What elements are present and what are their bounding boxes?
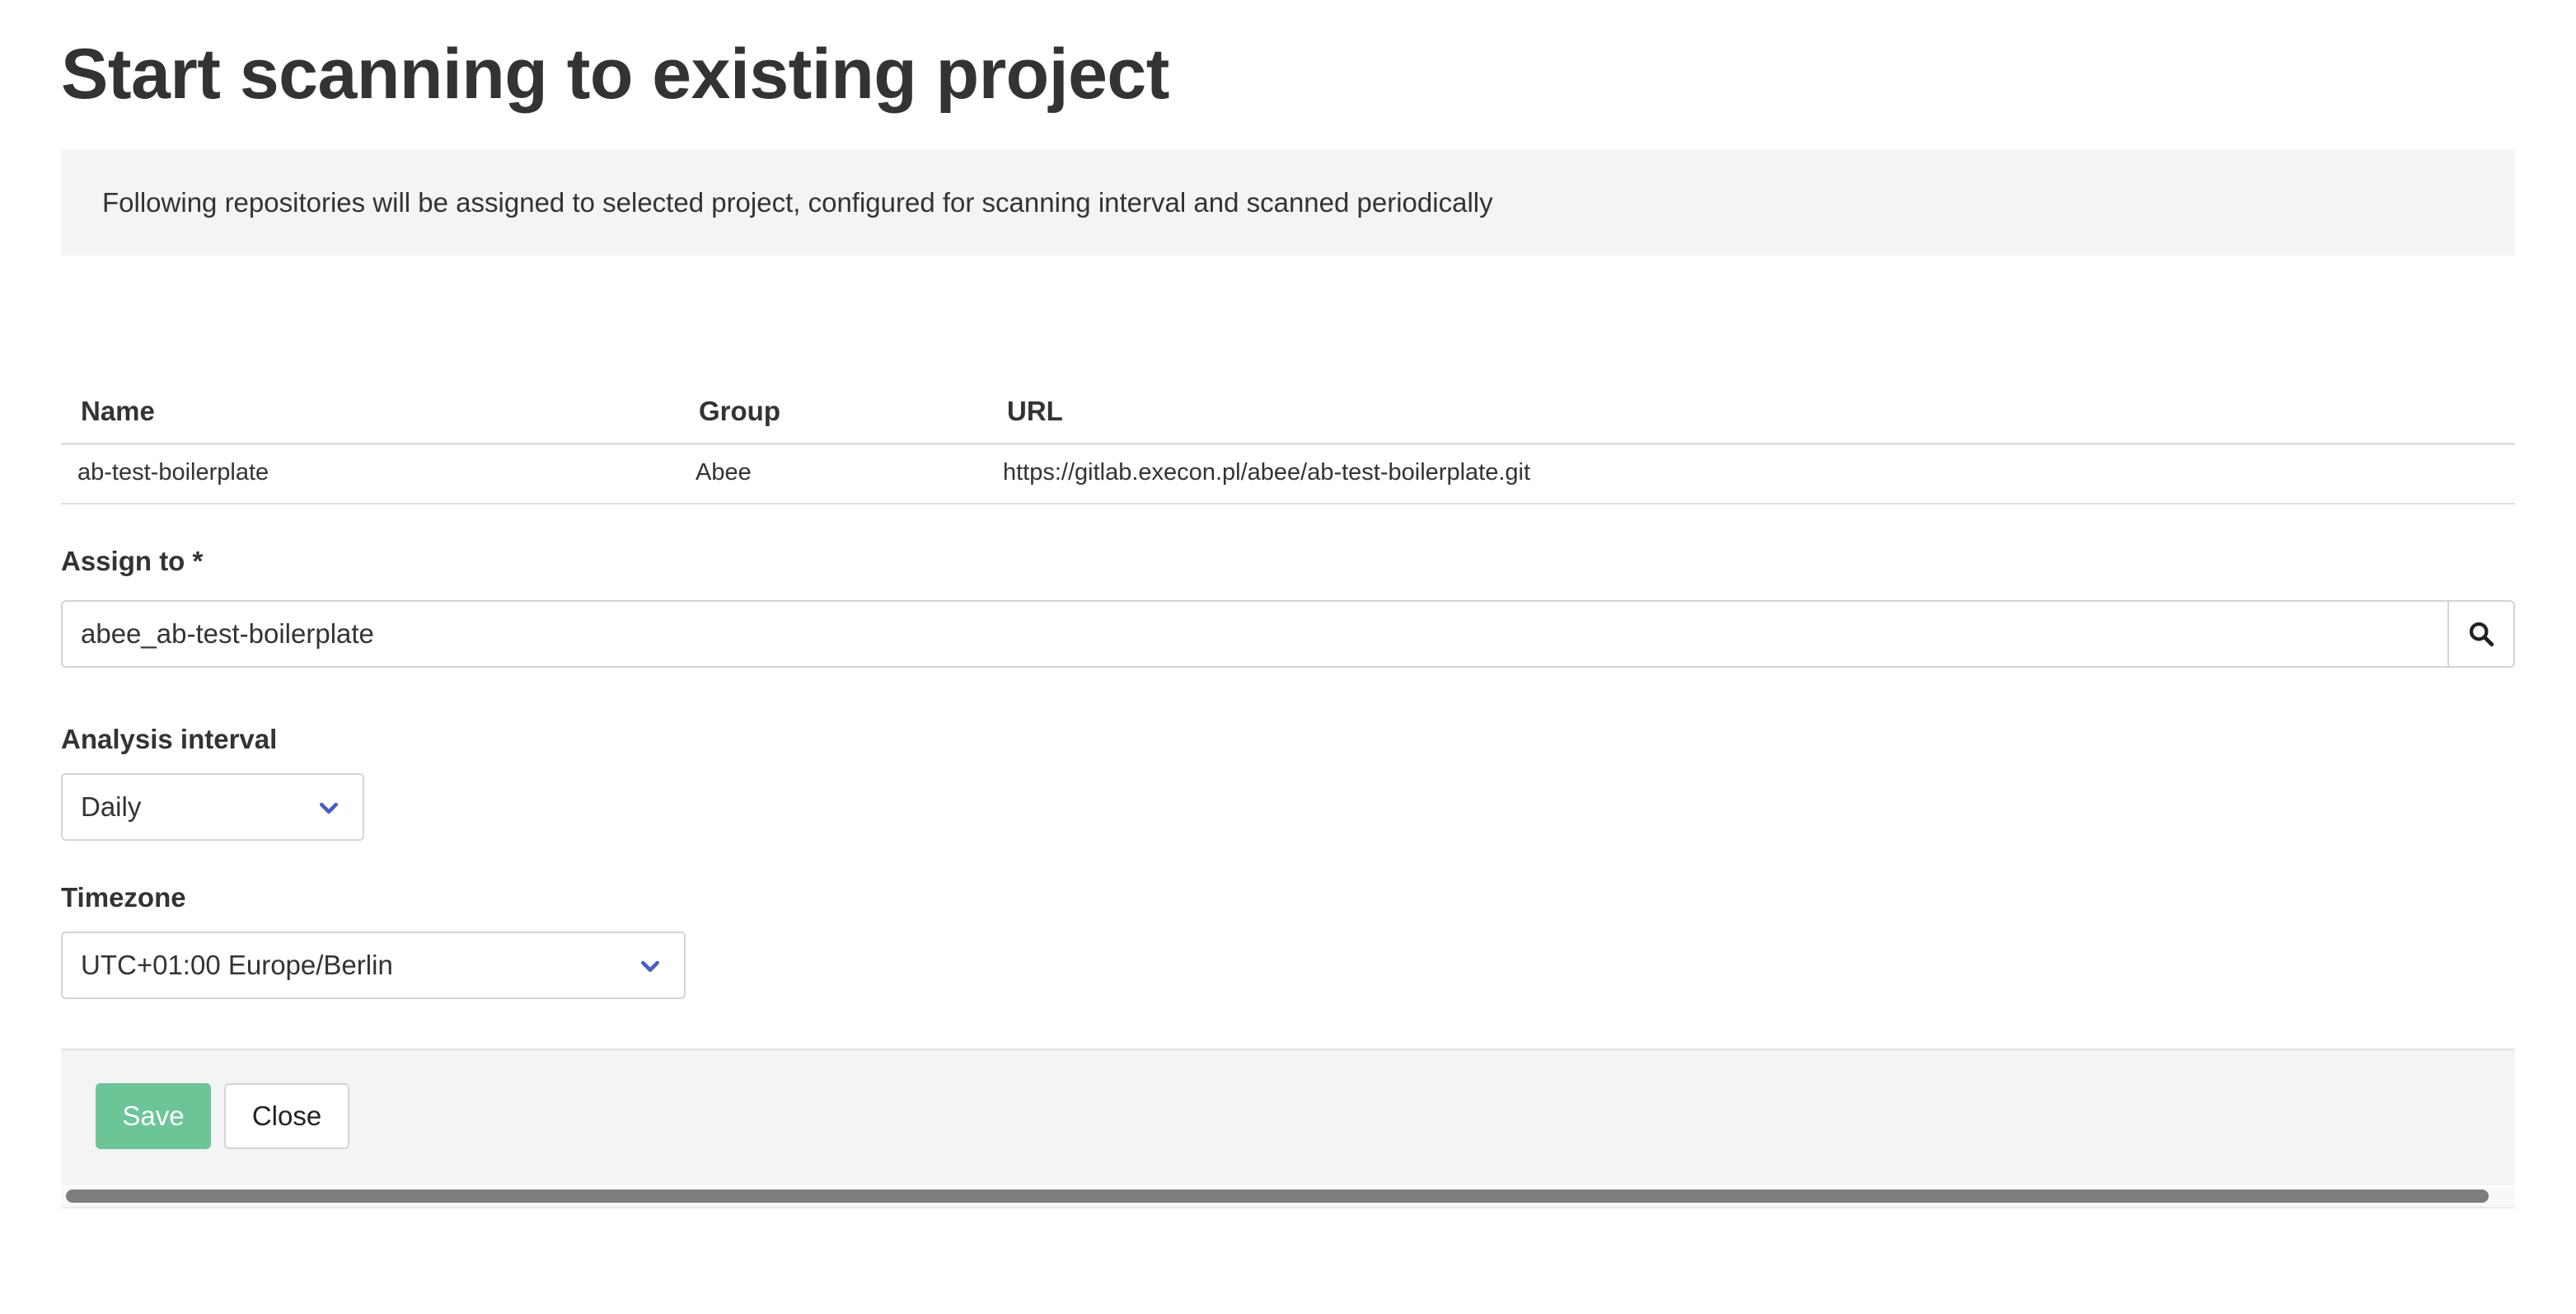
table-row: ab-test-boilerplate Abee https://gitlab.… — [61, 445, 2515, 504]
analysis-interval-value: Daily — [81, 791, 142, 822]
horizontal-scrollbar[interactable] — [61, 1187, 2515, 1208]
timezone-value: UTC+01:00 Europe/Berlin — [81, 950, 393, 980]
cell-url: https://gitlab.execon.pl/abee/ab-test-bo… — [1003, 459, 1531, 486]
analysis-interval-label: Analysis interval — [61, 724, 278, 754]
modal-footer: Save Close — [61, 1049, 2515, 1185]
table-header: Name Group URL — [61, 379, 2515, 445]
info-message-text: Following repositories will be assigned … — [102, 187, 1493, 218]
close-button[interactable]: Close — [224, 1083, 349, 1149]
search-button[interactable] — [2447, 602, 2513, 666]
column-header-url[interactable]: URL — [1007, 396, 1063, 427]
page: Start scanning to existing project Follo… — [0, 0, 2576, 1314]
timezone-select[interactable]: UTC+01:00 Europe/Berlin — [61, 932, 686, 999]
cell-group: Abee — [696, 459, 752, 486]
search-icon — [2469, 622, 2494, 647]
scrollbar-thumb[interactable] — [66, 1190, 2489, 1203]
assign-to-label: Assign to * — [61, 546, 204, 576]
timezone-label: Timezone — [61, 882, 186, 913]
info-message: Following repositories will be assigned … — [61, 150, 2515, 256]
chevron-down-icon — [320, 802, 338, 814]
analysis-interval-select[interactable]: Daily — [61, 773, 364, 841]
page-title: Start scanning to existing project — [61, 35, 1169, 114]
save-button[interactable]: Save — [96, 1083, 211, 1149]
chevron-down-icon — [641, 960, 659, 972]
cell-name: ab-test-boilerplate — [77, 459, 269, 486]
assign-to-input[interactable] — [63, 602, 2447, 666]
assign-to-field — [61, 600, 2515, 668]
column-header-group[interactable]: Group — [699, 396, 780, 427]
column-header-name[interactable]: Name — [81, 396, 155, 427]
repositories-table: Name Group URL ab-test-boilerplate Abee … — [61, 379, 2515, 504]
